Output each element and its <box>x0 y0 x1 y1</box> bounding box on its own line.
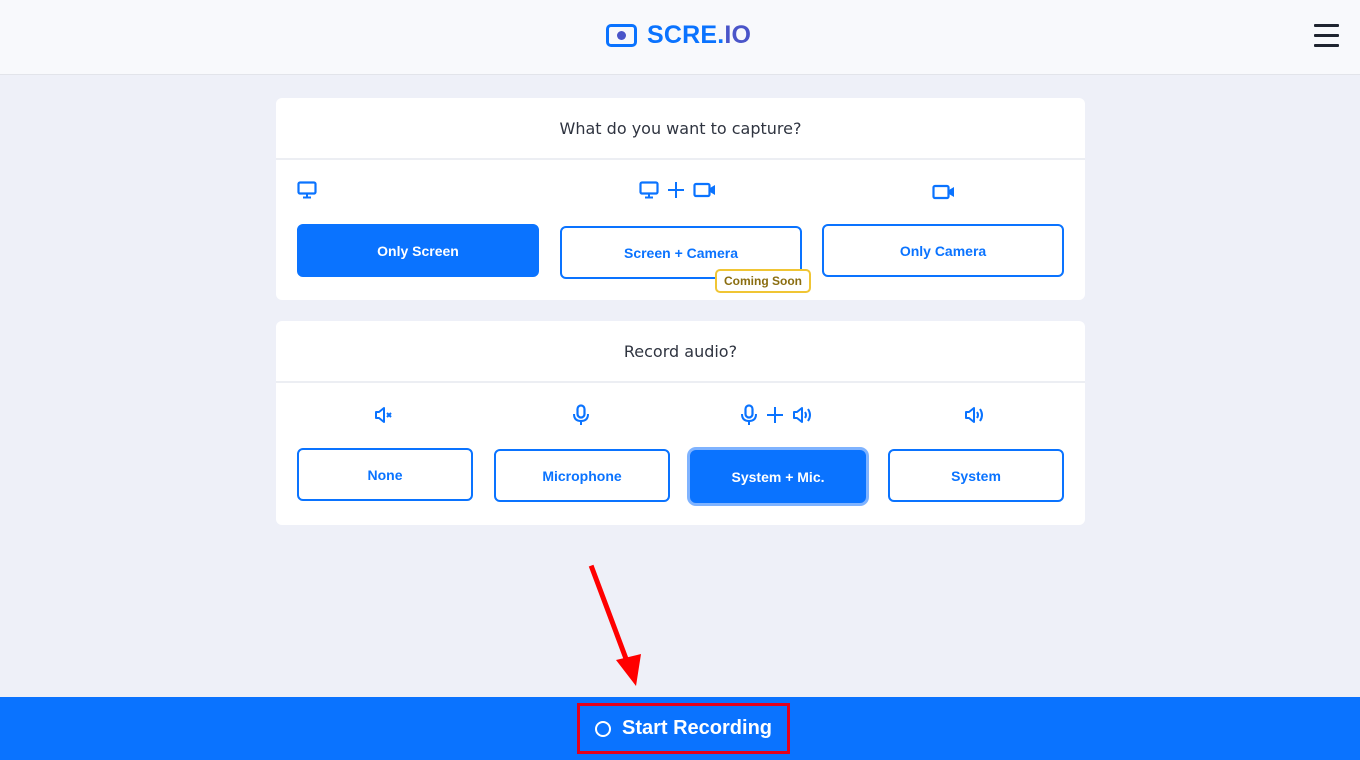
plus-icon <box>668 182 684 198</box>
audio-card: Record audio? None Microphone System + M… <box>276 321 1085 525</box>
audio-system-mic-button[interactable]: System + Mic. <box>690 450 866 503</box>
screen-camera-button[interactable]: Screen + Camera Coming Soon <box>560 226 811 293</box>
capture-card: What do you want to capture? Only Screen… <box>276 98 1085 300</box>
audio-microphone-button[interactable]: Microphone <box>494 449 670 502</box>
top-bar: SCRE.IO <box>0 0 1360 75</box>
speaker-muted-icon <box>374 403 394 427</box>
audio-option-system <box>964 403 986 427</box>
record-circle-icon <box>594 720 611 737</box>
video-camera-icon <box>693 182 715 198</box>
plus-icon <box>767 407 783 423</box>
start-recording-label: Start Recording <box>621 717 773 739</box>
speaker-icon <box>793 407 811 423</box>
hamburger-menu-icon[interactable] <box>1312 22 1340 50</box>
start-recording-button[interactable]: Start Recording <box>577 703 790 754</box>
screen-camera-label: Screen + Camera <box>623 244 739 261</box>
logo-text: SCRE.IO <box>647 20 752 49</box>
footer-bar: Start Recording <box>0 697 1360 760</box>
capture-option-only-screen <box>297 178 317 202</box>
logo[interactable]: SCRE.IO <box>606 20 751 50</box>
only-camera-button[interactable]: Only Camera <box>822 224 1064 277</box>
speaker-icon <box>964 403 986 427</box>
logo-record-icon <box>606 23 637 47</box>
audio-title: Record audio? <box>276 321 1085 383</box>
capture-option-screen-camera <box>639 178 717 202</box>
capture-title: What do you want to capture? <box>276 98 1085 160</box>
only-screen-button[interactable]: Only Screen <box>297 224 539 277</box>
audio-none-button[interactable]: None <box>297 448 473 501</box>
monitor-icon <box>639 181 659 199</box>
audio-option-microphone <box>572 403 590 427</box>
coming-soon-badge: Coming Soon <box>715 269 811 293</box>
capture-option-only-camera <box>932 180 956 204</box>
audio-option-system-mic <box>740 403 814 427</box>
microphone-icon <box>572 403 590 427</box>
video-camera-icon <box>932 180 956 204</box>
audio-system-button[interactable]: System <box>888 449 1064 502</box>
audio-option-none <box>374 403 394 427</box>
microphone-icon <box>741 404 757 425</box>
monitor-icon <box>297 178 317 202</box>
annotation-arrow <box>588 564 641 686</box>
